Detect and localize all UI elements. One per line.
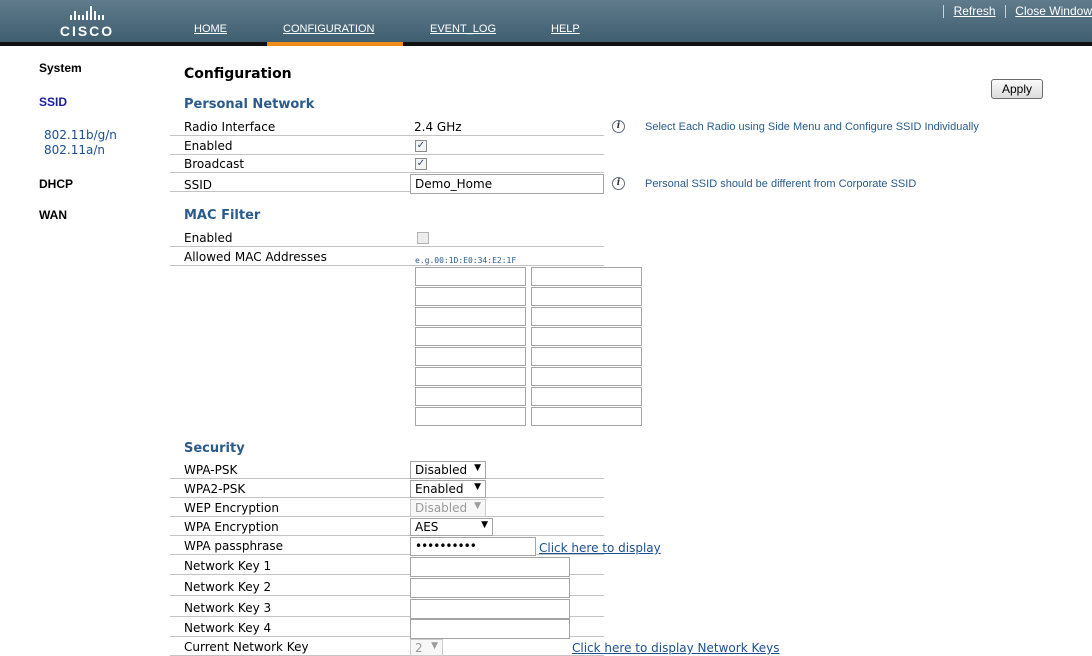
label-enabled: Enabled bbox=[184, 139, 233, 153]
divider bbox=[1004, 5, 1006, 19]
nav-home[interactable]: HOME bbox=[194, 23, 227, 35]
mac-address-input[interactable] bbox=[531, 407, 642, 426]
label-network-key-2: Network Key 2 bbox=[184, 580, 272, 594]
label-allowed-mac: Allowed MAC Addresses bbox=[184, 250, 327, 264]
chevron-down-icon: ▼ bbox=[474, 463, 481, 473]
mac-address-input[interactable] bbox=[415, 407, 526, 426]
display-network-keys-link[interactable]: Click here to display Network Keys bbox=[572, 641, 779, 655]
page-title: Configuration bbox=[184, 66, 292, 82]
cisco-bars-icon bbox=[57, 6, 117, 20]
wpa2-psk-select[interactable]: Enabled ▼ bbox=[410, 480, 486, 498]
row-enabled: Enabled bbox=[170, 137, 604, 155]
refresh-link[interactable]: Refresh bbox=[954, 4, 996, 18]
label-wpa-psk: WPA-PSK bbox=[184, 463, 238, 477]
sidebar-item-ssid[interactable]: SSID bbox=[39, 95, 67, 109]
label-wpa-passphrase: WPA passphrase bbox=[184, 539, 283, 553]
network-key-4-input[interactable] bbox=[410, 619, 570, 639]
section-title-mac-filter: MAC Filter bbox=[184, 208, 261, 223]
row-current-network-key: Current Network Key bbox=[170, 638, 604, 656]
wpa-passphrase-input[interactable]: •••••••••• bbox=[410, 537, 536, 556]
network-key-2-input[interactable] bbox=[410, 578, 570, 598]
label-network-key-4: Network Key 4 bbox=[184, 621, 272, 635]
sidebar-item-80211an[interactable]: 802.11a/n bbox=[44, 143, 105, 157]
network-key-1-input[interactable] bbox=[410, 557, 570, 577]
radio-interface-value: 2.4 GHz bbox=[414, 120, 462, 134]
mac-address-input[interactable] bbox=[531, 327, 642, 346]
mac-address-input[interactable] bbox=[415, 387, 526, 406]
sidebar-item-80211bgn[interactable]: 802.11b/g/n bbox=[44, 128, 117, 142]
close-window-link[interactable]: Close Window bbox=[1015, 4, 1092, 18]
divider bbox=[943, 5, 945, 19]
label-current-network-key: Current Network Key bbox=[184, 640, 309, 654]
mac-address-input[interactable] bbox=[531, 267, 642, 286]
mac-address-input[interactable] bbox=[415, 307, 526, 326]
mac-address-input[interactable] bbox=[531, 307, 642, 326]
chevron-down-icon: ▼ bbox=[481, 520, 488, 530]
row-broadcast: Broadcast bbox=[170, 155, 604, 173]
row-allowed-mac: Allowed MAC Addresses bbox=[170, 248, 604, 266]
row-radio-interface: Radio Interface bbox=[170, 118, 604, 136]
nav-configuration[interactable]: CONFIGURATION bbox=[283, 23, 374, 35]
nav-event-log[interactable]: EVENT_LOG bbox=[430, 23, 496, 35]
sidebar-item-wan[interactable]: WAN bbox=[39, 208, 67, 222]
wpa-psk-select[interactable]: Disabled ▼ bbox=[410, 461, 486, 479]
cisco-logo-text: CISCO bbox=[59, 23, 115, 39]
radio-info-text: Select Each Radio using Side Menu and Co… bbox=[645, 121, 979, 133]
network-key-3-input[interactable] bbox=[410, 599, 570, 619]
wep-encryption-select[interactable]: Disabled ▼ bbox=[410, 499, 486, 517]
top-header: CISCO HOME CONFIGURATION EVENT_LOG HELP … bbox=[0, 0, 1092, 46]
apply-button[interactable]: Apply bbox=[991, 79, 1043, 99]
chevron-down-icon: ▼ bbox=[474, 482, 481, 492]
mac-address-input[interactable] bbox=[415, 327, 526, 346]
current-network-key-select[interactable]: 2 ▼ bbox=[410, 639, 443, 656]
label-ssid: SSID bbox=[184, 178, 213, 192]
top-links: Refresh Close Window bbox=[937, 4, 1092, 19]
label-network-key-1: Network Key 1 bbox=[184, 559, 272, 573]
row-mac-enabled: Enabled bbox=[170, 229, 604, 247]
current-network-key-value: 2 bbox=[415, 641, 423, 655]
wpa2-psk-value: Enabled bbox=[415, 482, 464, 496]
mac-address-input[interactable] bbox=[415, 347, 526, 366]
label-wep-encryption: WEP Encryption bbox=[184, 501, 279, 515]
broadcast-checkbox[interactable]: ✓ bbox=[415, 158, 427, 170]
sidebar-item-dhcp[interactable]: DHCP bbox=[39, 177, 73, 191]
wpa-encryption-select[interactable]: AES ▼ bbox=[410, 518, 493, 536]
section-title-security: Security bbox=[184, 441, 245, 456]
mac-address-input[interactable] bbox=[531, 367, 642, 386]
label-mac-enabled: Enabled bbox=[184, 231, 233, 245]
section-title-personal-network: Personal Network bbox=[184, 97, 315, 112]
chevron-down-icon: ▼ bbox=[474, 501, 481, 511]
row-wpa2-psk: WPA2-PSK bbox=[170, 480, 604, 498]
nav-active-indicator bbox=[267, 42, 403, 46]
wep-encryption-value: Disabled bbox=[415, 501, 468, 515]
enabled-checkbox[interactable]: ✓ bbox=[415, 140, 427, 152]
mac-address-input[interactable] bbox=[415, 287, 526, 306]
mac-address-input[interactable] bbox=[531, 387, 642, 406]
sidebar-item-system[interactable]: System bbox=[39, 61, 82, 75]
row-wpa-psk: WPA-PSK bbox=[170, 461, 604, 479]
label-wpa2-psk: WPA2-PSK bbox=[184, 482, 246, 496]
row-wep-encryption: WEP Encryption bbox=[170, 499, 604, 517]
ssid-input[interactable]: Demo_Home bbox=[410, 174, 604, 194]
mac-address-input[interactable] bbox=[415, 267, 526, 286]
display-passphrase-link[interactable]: Click here to display bbox=[539, 541, 661, 555]
label-wpa-encryption: WPA Encryption bbox=[184, 520, 279, 534]
nav-help[interactable]: HELP bbox=[551, 23, 580, 35]
ssid-info-text: Personal SSID should be different from C… bbox=[645, 178, 917, 190]
mac-address-input[interactable] bbox=[415, 367, 526, 386]
mac-filter-enabled-checkbox[interactable] bbox=[417, 232, 429, 244]
label-broadcast: Broadcast bbox=[184, 157, 245, 171]
mac-address-input[interactable] bbox=[531, 287, 642, 306]
cisco-logo: CISCO bbox=[57, 6, 127, 42]
info-icon: i bbox=[612, 177, 625, 190]
label-network-key-3: Network Key 3 bbox=[184, 601, 272, 615]
mac-address-input[interactable] bbox=[531, 347, 642, 366]
mac-hint-text: e.g.00:1D:E0:34:E2:1F bbox=[415, 256, 517, 265]
label-radio-interface: Radio Interface bbox=[184, 120, 276, 134]
row-wpa-encryption: WPA Encryption bbox=[170, 518, 604, 536]
wpa-encryption-value: AES bbox=[415, 520, 439, 534]
chevron-down-icon: ▼ bbox=[431, 641, 438, 651]
info-icon: i bbox=[612, 120, 625, 133]
wpa-psk-value: Disabled bbox=[415, 463, 468, 477]
